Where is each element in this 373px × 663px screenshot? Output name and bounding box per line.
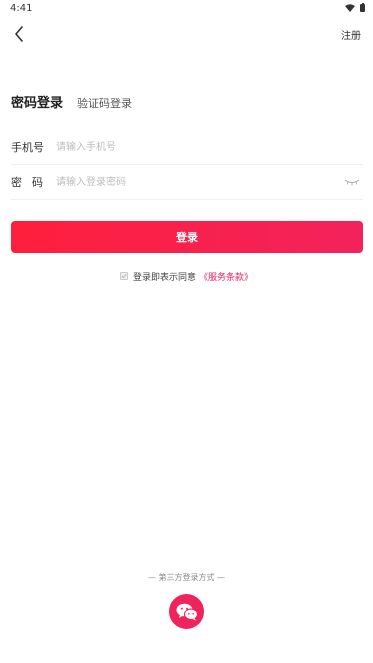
terms-link[interactable]: 《服务条款》 [199, 270, 253, 283]
login-screen: 4:41 注册 密码登录 验证码登录 手机号 密码 [0, 0, 373, 663]
battery-icon [360, 2, 365, 12]
phone-field-row: 手机号 [11, 130, 363, 165]
tab-code-login[interactable]: 验证码登录 [77, 95, 132, 111]
tab-password-login[interactable]: 密码登录 [11, 92, 63, 111]
status-time: 4:41 [10, 2, 33, 14]
agreement-text: 登录即表示同意 [132, 272, 196, 283]
wifi-icon [345, 4, 355, 12]
nav-bar: 注册 [0, 18, 373, 50]
password-visibility-toggle[interactable] [341, 174, 363, 190]
wechat-icon [176, 603, 198, 620]
login-tabs: 密码登录 验证码登录 [11, 92, 132, 111]
eye-closed-icon [344, 179, 360, 186]
password-input[interactable] [56, 170, 341, 194]
login-button[interactable]: 登录 [11, 221, 363, 253]
third-party-login-label: — 第三方登录方式 — [147, 573, 226, 582]
status-bar: 4:41 [0, 0, 373, 16]
phone-input[interactable] [56, 135, 363, 159]
status-icons [345, 2, 365, 12]
back-button[interactable] [8, 23, 30, 45]
agree-checkbox[interactable] [119, 272, 128, 280]
agreement: 登录即表示同意 《服务条款》 [0, 269, 373, 283]
check-icon [121, 273, 127, 279]
password-field-row: 密码 [11, 165, 363, 200]
password-label: 密码 [11, 176, 53, 189]
register-link[interactable]: 注册 [341, 27, 361, 42]
chevron-left-icon [15, 26, 23, 42]
phone-label: 手机号 [11, 141, 44, 154]
wechat-login-button[interactable] [169, 594, 204, 629]
